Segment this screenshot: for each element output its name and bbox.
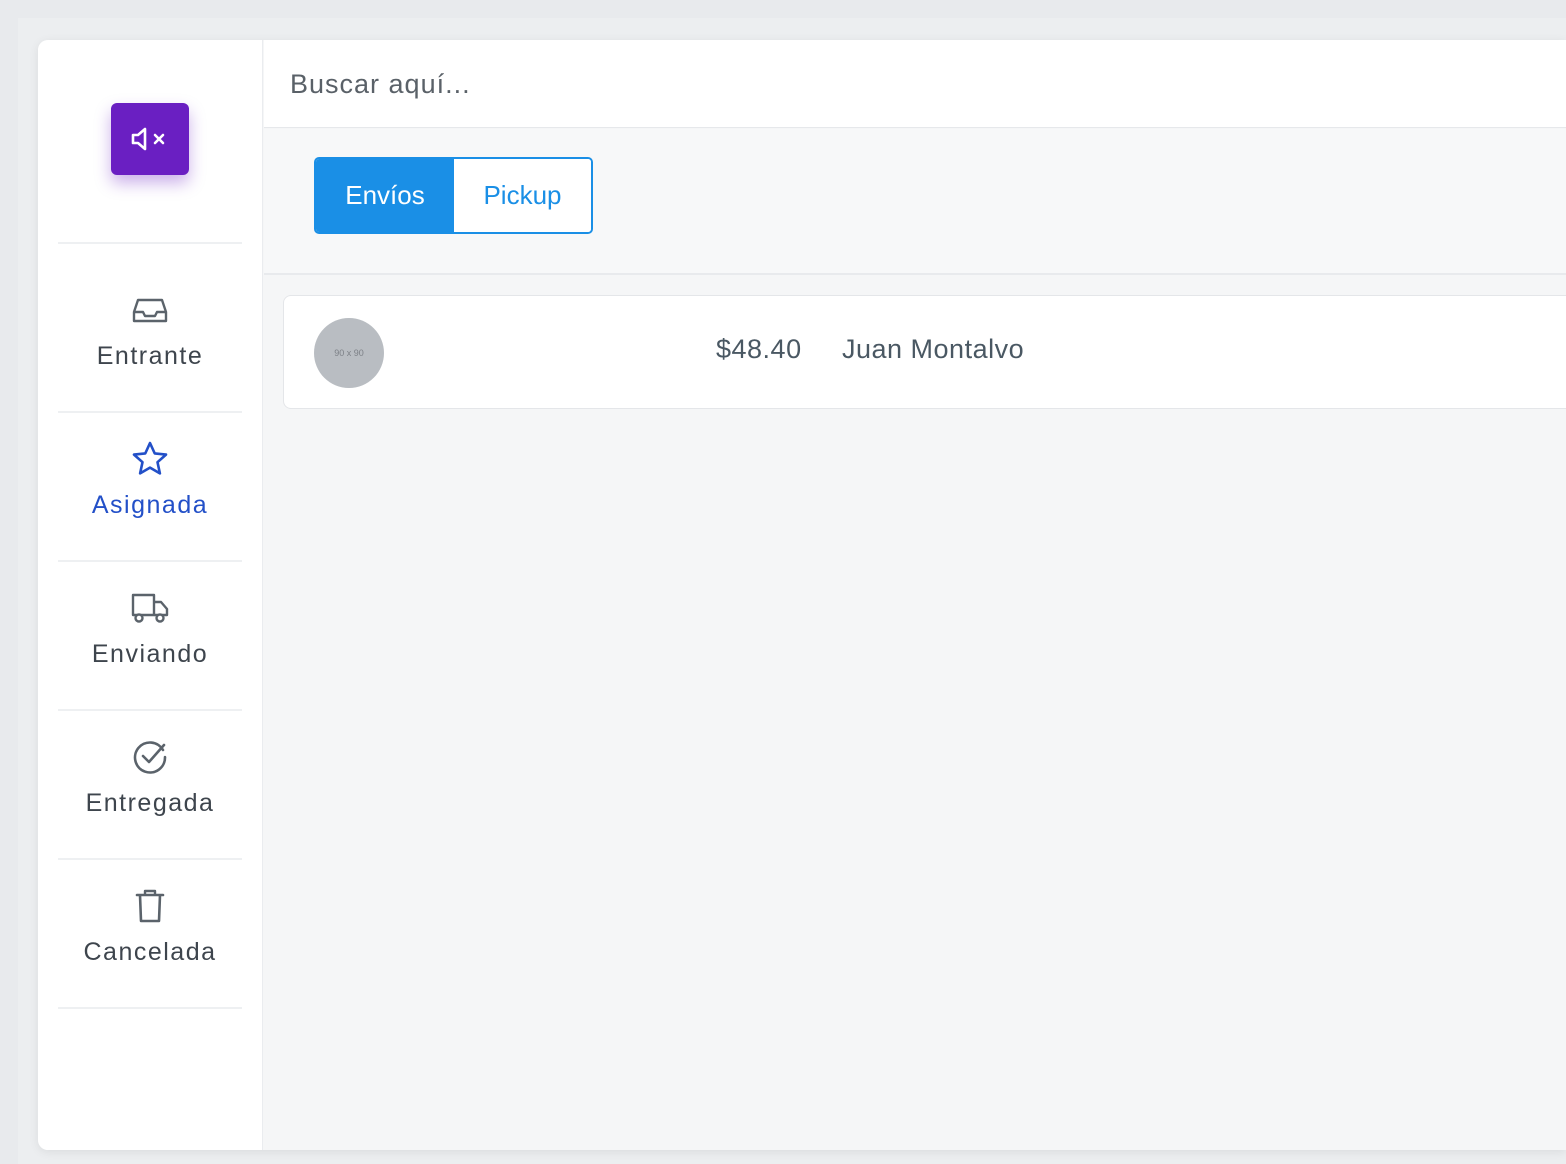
tab-envios[interactable]: Envíos xyxy=(316,159,454,232)
search-bar xyxy=(264,40,1566,128)
inbox-icon xyxy=(131,292,169,328)
tab-pickup[interactable]: Pickup xyxy=(454,159,591,232)
truck-icon xyxy=(130,590,170,626)
order-amount: $48.40 xyxy=(716,334,802,364)
sidebar-item-label: Entrante xyxy=(96,342,204,370)
check-circle-icon xyxy=(130,739,170,775)
mute-button[interactable] xyxy=(111,103,189,175)
delivery-type-toggle: Envíos Pickup xyxy=(314,157,593,234)
avatar: 90 x 90 xyxy=(314,318,384,388)
customer-name: Juan Montalvo xyxy=(842,334,1025,364)
sidebar-item-cancelada[interactable]: Cancelada xyxy=(58,840,242,987)
sidebar-item-label: Entregada xyxy=(85,789,215,817)
sidebar: Entrante Asignada Enviando Entregada Can… xyxy=(38,40,263,1150)
avatar-placeholder-text: 90 x 90 xyxy=(334,348,364,358)
star-icon xyxy=(130,441,170,477)
nav-divider xyxy=(58,1007,242,1009)
app-window: Entrante Asignada Enviando Entregada Can… xyxy=(38,40,1566,1150)
trash-icon xyxy=(132,888,168,924)
search-input[interactable] xyxy=(290,64,1190,104)
sidebar-item-entrante[interactable]: Entrante xyxy=(58,244,242,391)
tab-bar: Envíos Pickup xyxy=(264,129,1566,275)
speaker-muted-icon xyxy=(131,127,165,151)
sidebar-item-label: Asignada xyxy=(91,491,209,519)
sidebar-item-entregada[interactable]: Entregada xyxy=(58,691,242,838)
sidebar-item-asignada[interactable]: Asignada xyxy=(58,393,242,540)
order-card[interactable]: 90 x 90 $48.40 Juan Montalvo xyxy=(283,295,1566,409)
sidebar-item-enviando[interactable]: Enviando xyxy=(58,542,242,689)
sidebar-item-label: Cancelada xyxy=(83,938,217,966)
sidebar-item-label: Enviando xyxy=(91,640,209,668)
